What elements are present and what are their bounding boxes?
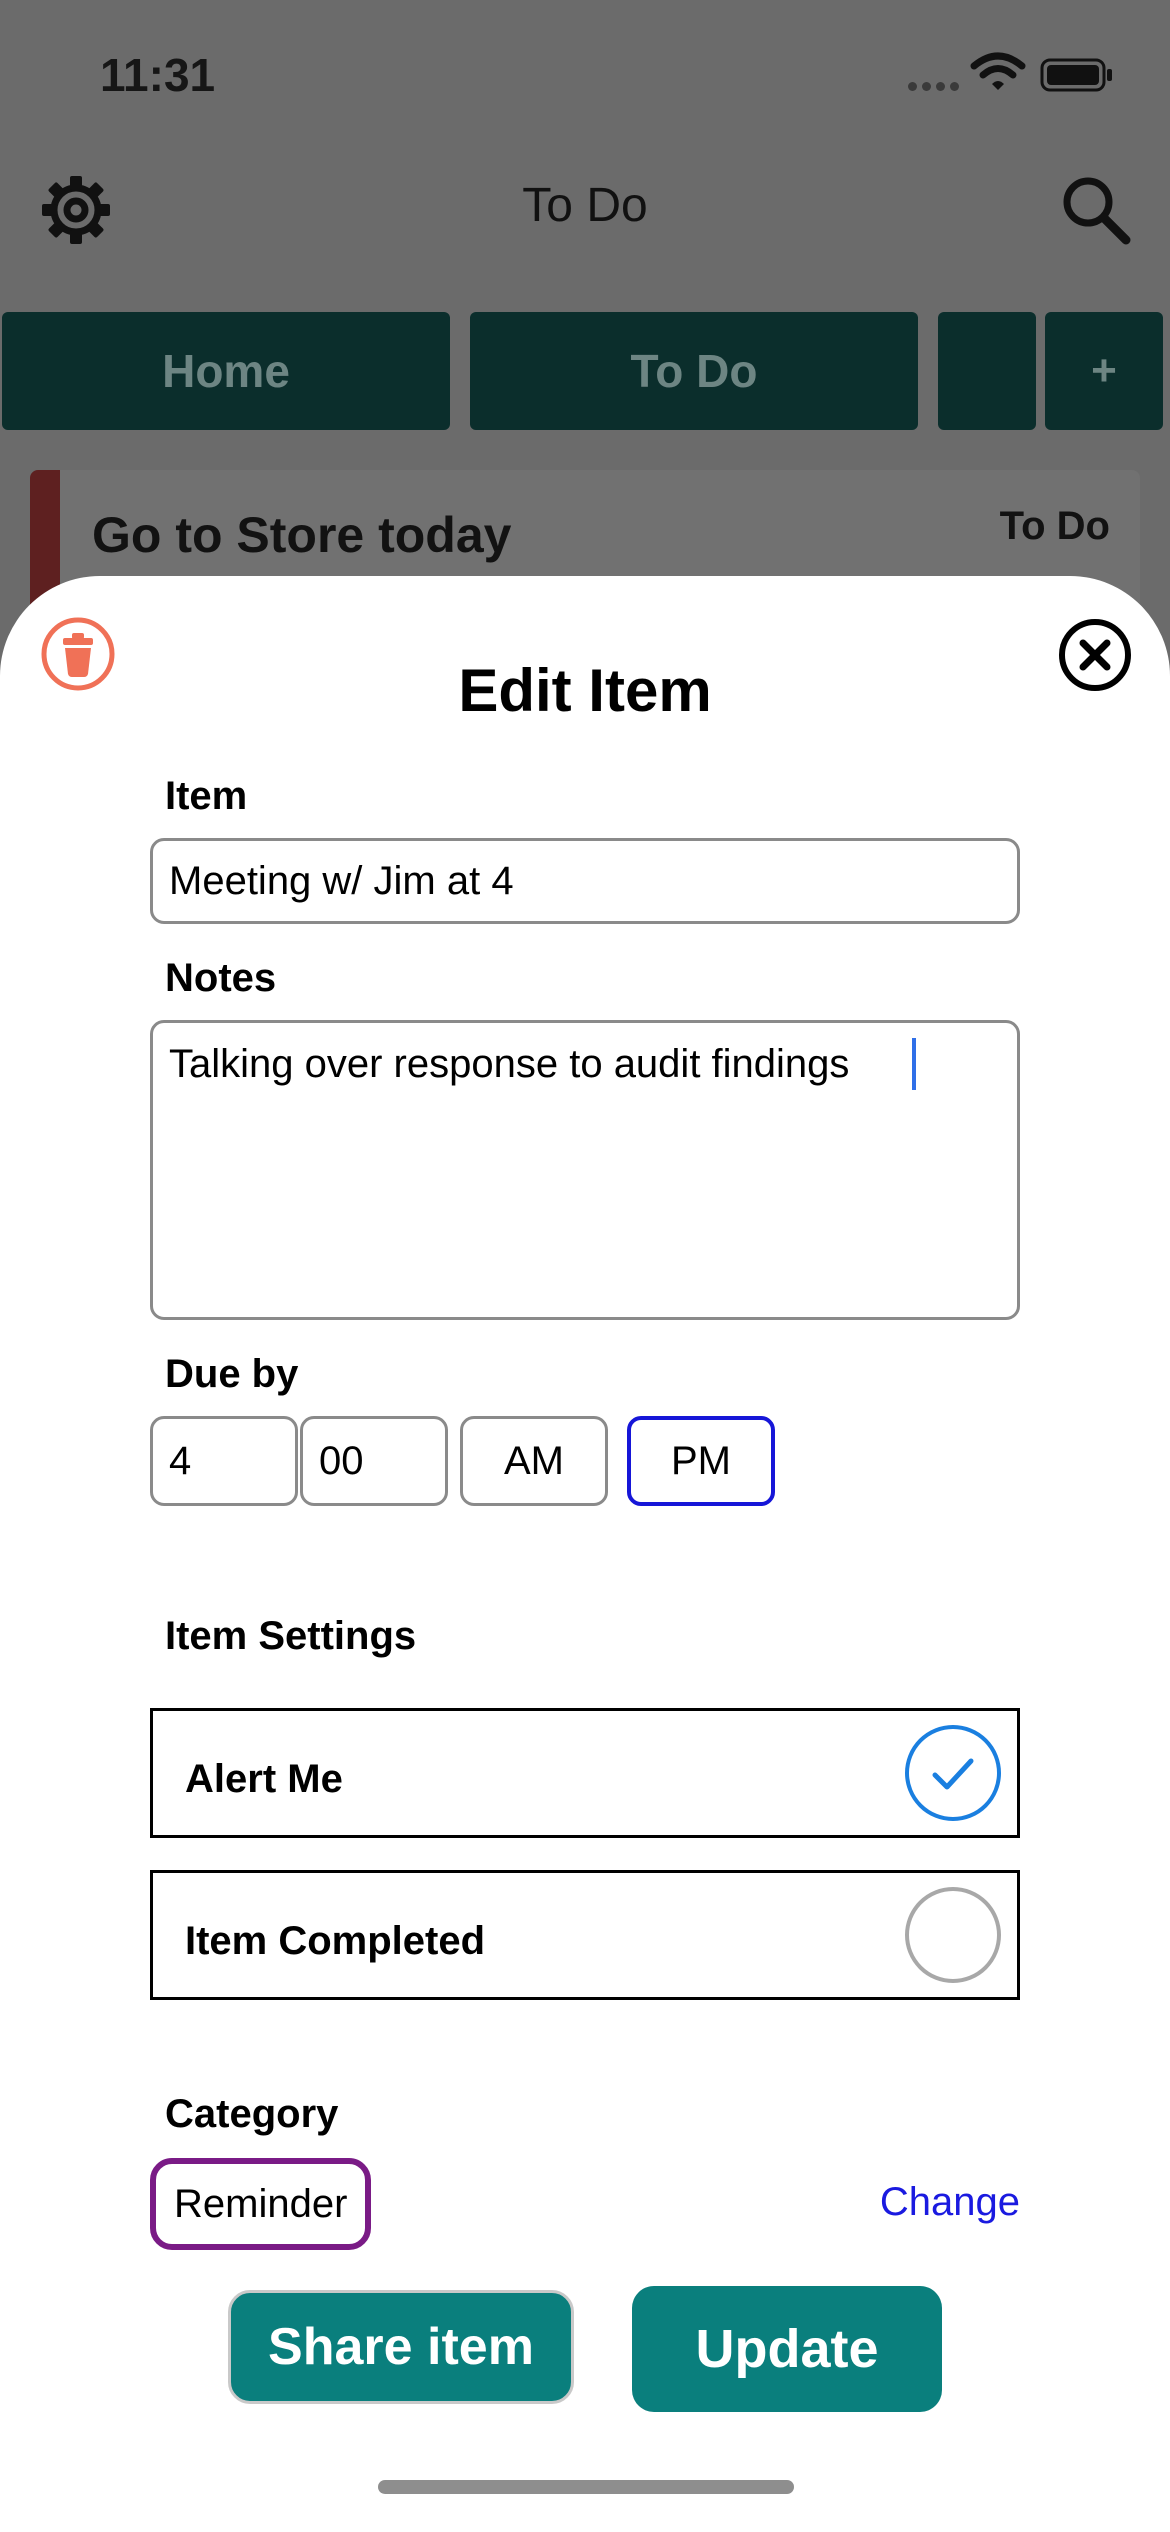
item-completed-label: Item Completed: [185, 1919, 486, 1963]
item-settings-label: Item Settings: [165, 1614, 417, 1658]
sheet-title: Edit Item: [458, 657, 712, 724]
edit-item-sheet: Edit Item Item Notes Talking over respon…: [0, 576, 1170, 2532]
pm-toggle[interactable]: PM: [627, 1416, 775, 1506]
due-minute-field[interactable]: 00: [300, 1416, 448, 1506]
list-item-badge: To Do: [999, 504, 1110, 548]
item-completed-row[interactable]: Item Completed: [150, 1870, 1020, 2000]
due-by-label: Due by: [165, 1352, 299, 1396]
notes-label: Notes: [165, 956, 277, 1000]
share-item-button[interactable]: Share item: [228, 2290, 574, 2404]
checked-circle-icon[interactable]: [903, 1723, 1003, 1823]
alert-me-label: Alert Me: [185, 1757, 343, 1801]
item-input[interactable]: [150, 838, 1020, 924]
am-toggle[interactable]: AM: [460, 1416, 608, 1506]
category-chip: Reminder: [150, 2158, 372, 2250]
change-category-link[interactable]: Change: [880, 2180, 1020, 2225]
wifi-icon: [970, 52, 1026, 90]
search-icon[interactable]: [1058, 172, 1134, 248]
tab-home[interactable]: Home: [2, 312, 450, 430]
app-title: To Do: [522, 179, 648, 232]
item-label: Item: [165, 774, 248, 818]
update-button[interactable]: Update: [632, 2286, 942, 2412]
tab-todo[interactable]: To Do: [470, 312, 918, 430]
text-caret: [912, 1038, 916, 1090]
notes-textarea[interactable]: Talking over response to audit findings: [150, 1020, 1020, 1320]
tab-add[interactable]: +: [1045, 312, 1163, 430]
unchecked-circle-icon[interactable]: [903, 1885, 1003, 1985]
due-hour-field[interactable]: 4: [150, 1416, 298, 1506]
signal-dots-icon: [908, 82, 959, 91]
tab-unnamed[interactable]: [938, 312, 1036, 430]
battery-icon: [1040, 58, 1112, 92]
alert-me-row[interactable]: Alert Me: [150, 1708, 1020, 1838]
list-item-title: Go to Store today: [92, 507, 512, 563]
status-time: 11:31: [100, 49, 216, 101]
category-label: Category: [165, 2092, 339, 2136]
home-indicator[interactable]: [378, 2480, 794, 2494]
